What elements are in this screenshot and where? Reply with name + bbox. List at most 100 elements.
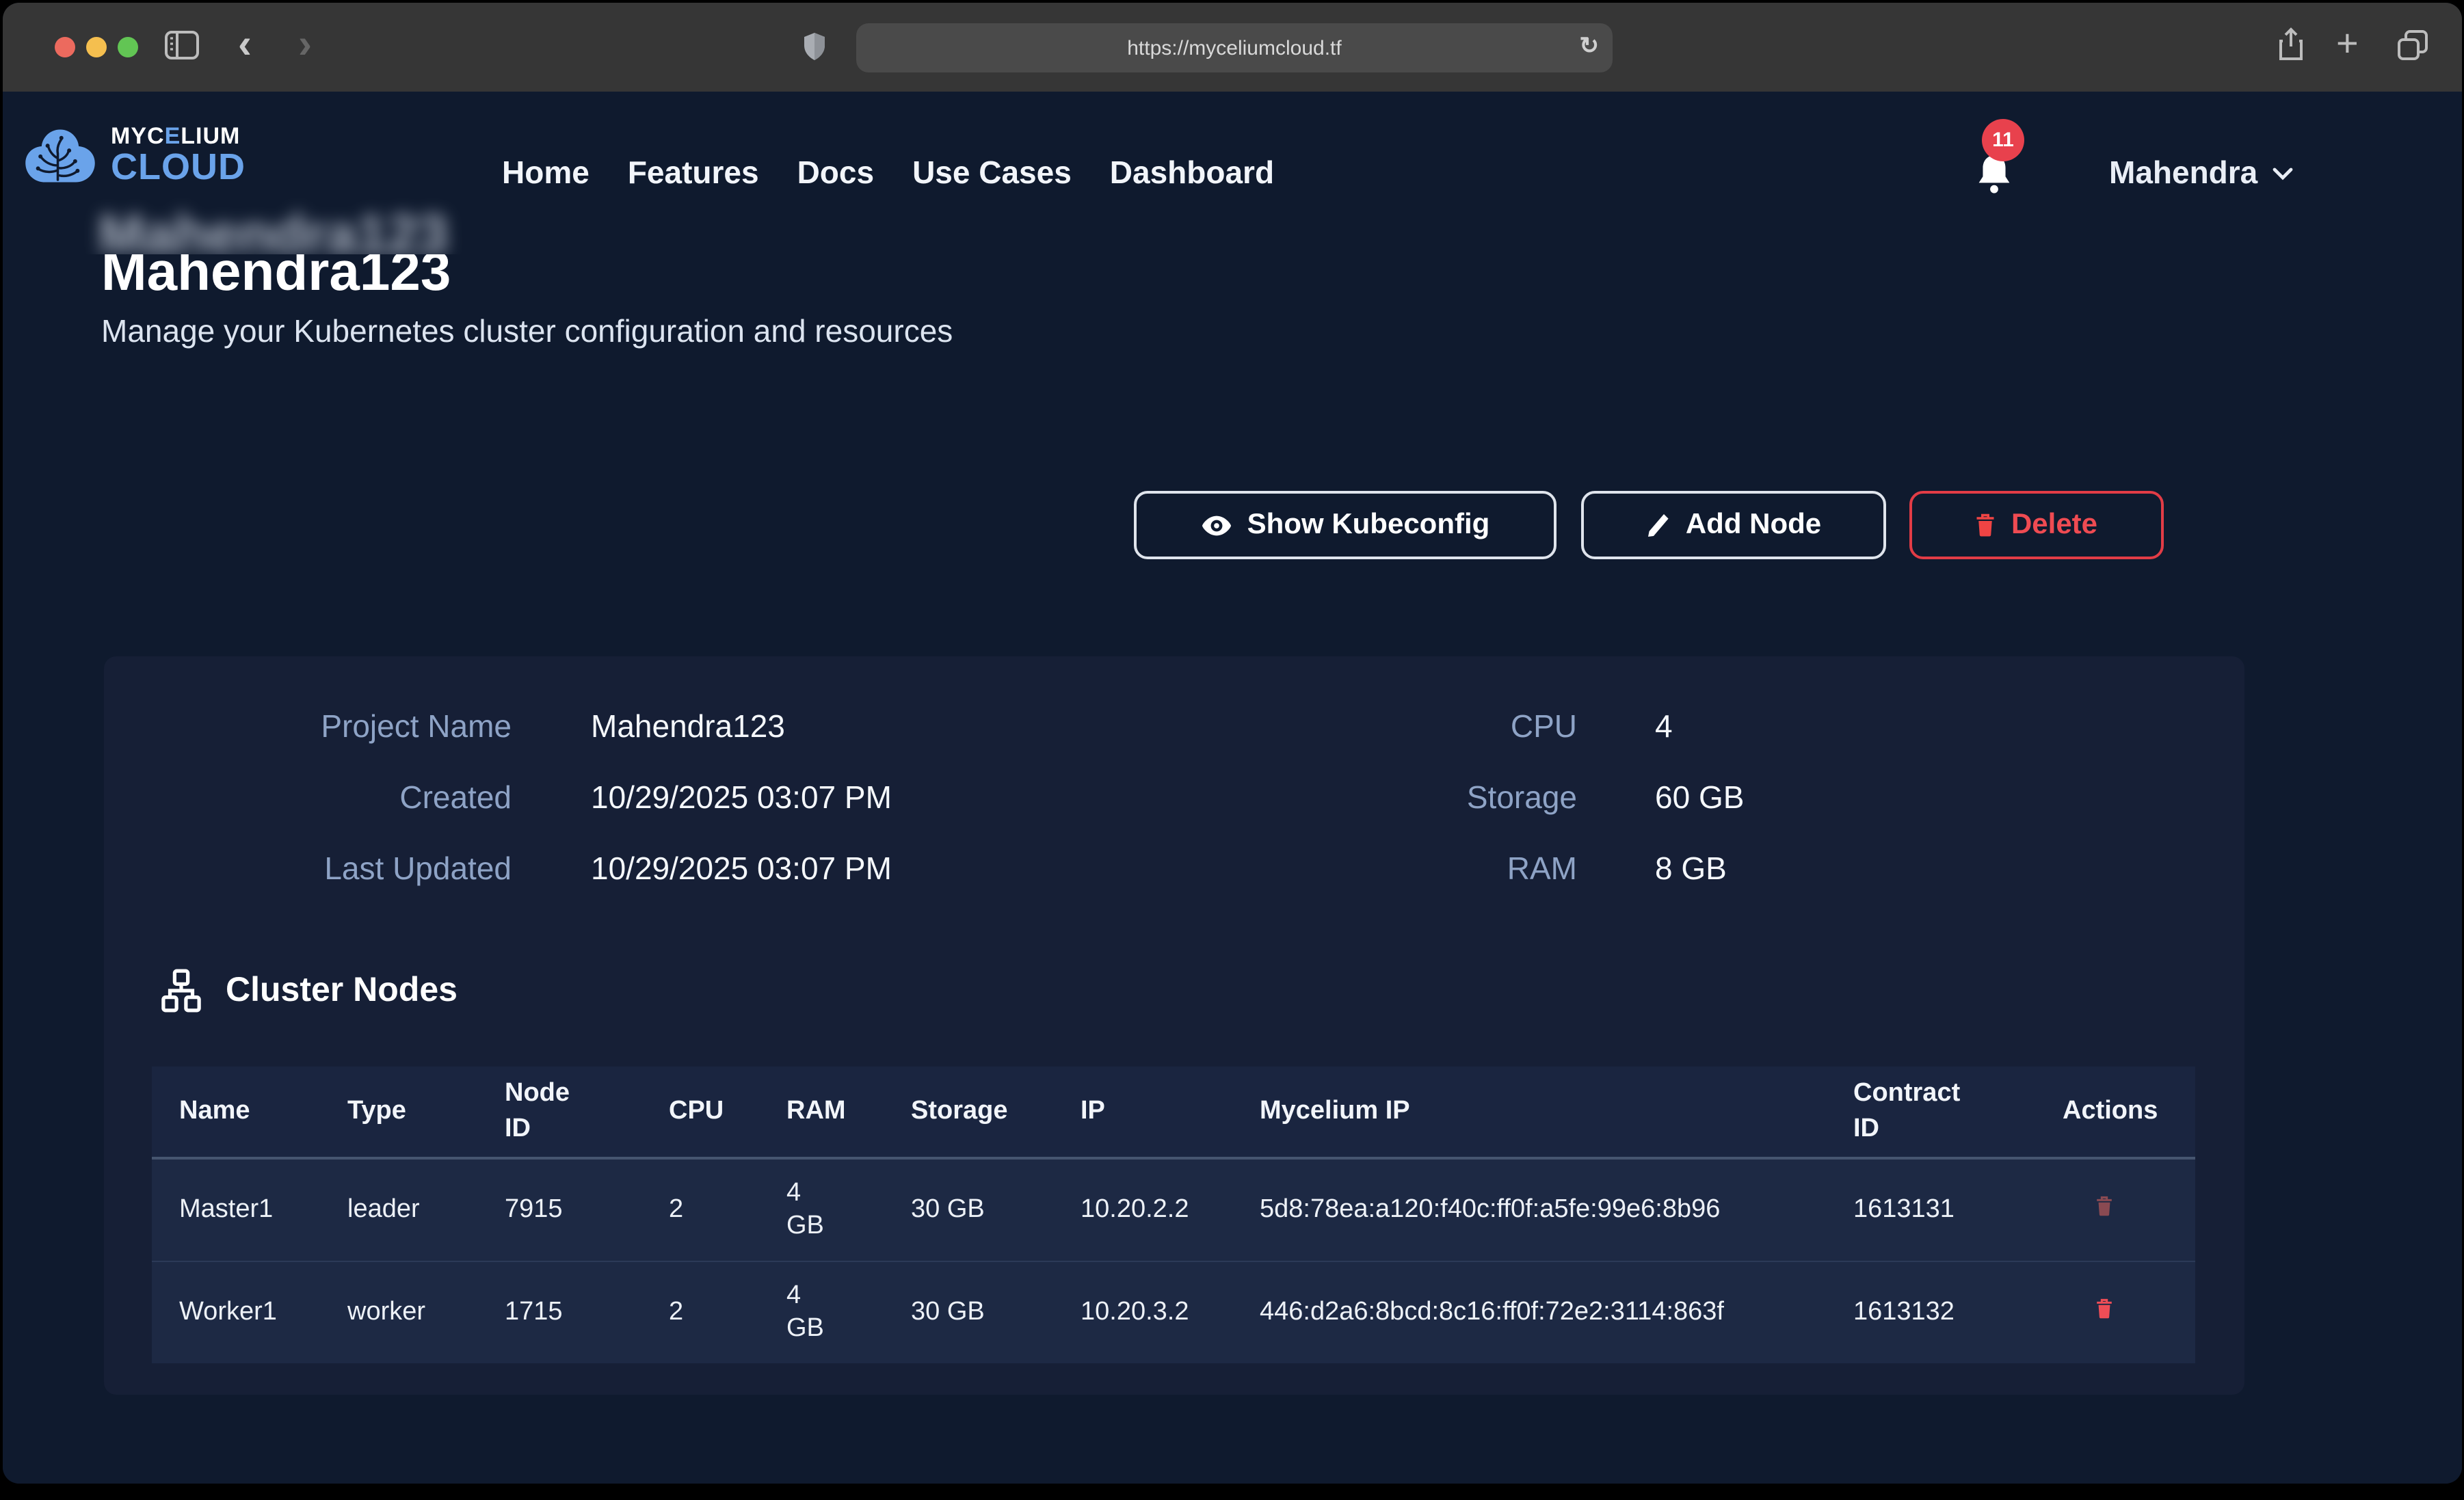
- cell-actions: [2063, 1261, 2195, 1363]
- new-tab-icon[interactable]: +: [2336, 22, 2359, 66]
- cell-storage: 30 GB: [911, 1158, 1081, 1261]
- cell-name: Master1: [152, 1158, 347, 1261]
- nav-link-home[interactable]: Home: [502, 155, 589, 191]
- refresh-icon[interactable]: ↻: [1580, 33, 1600, 60]
- col-cpu: CPU: [669, 1067, 786, 1158]
- cell-type: worker: [347, 1261, 505, 1363]
- browser-toolbar: ‹ › https://myceliumcloud.tf ↻ +: [3, 3, 2461, 93]
- col-mycelium-ip: Mycelium IP: [1260, 1067, 1853, 1158]
- col-type: Type: [347, 1067, 505, 1158]
- address-bar[interactable]: https://myceliumcloud.tf ↻: [856, 23, 1613, 72]
- chevron-down-icon: [2271, 166, 2293, 180]
- cell-ip: 10.20.2.2: [1081, 1158, 1260, 1261]
- notifications-button[interactable]: 11: [1972, 152, 2019, 204]
- cell-cpu: 2: [669, 1158, 786, 1261]
- col-storage: Storage: [911, 1067, 1081, 1158]
- nav-links: Home Features Docs Use Cases Dashboard: [502, 92, 1274, 254]
- cell-cpu: 2: [669, 1261, 786, 1363]
- cluster-nodes-table: Name Type Node ID CPU RAM Storage IP Myc…: [152, 1067, 2195, 1363]
- privacy-shield-icon[interactable]: [803, 31, 826, 62]
- eye-icon: [1201, 513, 1232, 537]
- table-row: Master1 leader 7915 2 4 GB 30 GB 10.20.2…: [152, 1158, 2195, 1261]
- delete-cluster-button[interactable]: Delete: [1909, 491, 2164, 559]
- delete-node-button[interactable]: [2095, 1298, 2113, 1320]
- forward-icon[interactable]: ›: [298, 22, 312, 68]
- cluster-nodes-icon: [159, 968, 204, 1013]
- trash-icon: [1976, 513, 1996, 537]
- detail-value: 10/29/2025 03:07 PM: [591, 777, 892, 818]
- blurred-title-ghost: Mahendra123: [98, 205, 448, 254]
- cell-mycelium-ip: 446:d2a6:8bcd:8c16:ff0f:72e2:3114:863f: [1260, 1261, 1853, 1363]
- col-ip: IP: [1081, 1067, 1260, 1158]
- col-ram: RAM: [786, 1067, 911, 1158]
- minimize-window-button[interactable]: [86, 37, 107, 57]
- page-subtitle: Manage your Kubernetes cluster configura…: [101, 313, 953, 350]
- nav-link-dashboard[interactable]: Dashboard: [1110, 155, 1274, 191]
- table-header-row: Name Type Node ID CPU RAM Storage IP Myc…: [152, 1067, 2195, 1158]
- back-icon[interactable]: ‹: [238, 22, 252, 68]
- cell-mycelium-ip: 5d8:78ea:a120:f40c:ff0f:a5fe:99e6:8b96: [1260, 1158, 1853, 1261]
- cell-node-id: 7915: [505, 1158, 669, 1261]
- table-row: Worker1 worker 1715 2 4 GB 30 GB 10.20.3…: [152, 1261, 2195, 1363]
- show-kubeconfig-label: Show Kubeconfig: [1247, 509, 1490, 541]
- col-name: Name: [152, 1067, 347, 1158]
- notification-badge: 11: [1982, 119, 2024, 161]
- screen: ‹ › https://myceliumcloud.tf ↻ + Mahendr…: [0, 0, 2464, 1500]
- tab-overview-icon[interactable]: [2396, 29, 2429, 62]
- cell-actions: [2063, 1158, 2195, 1261]
- cell-contract-id: 1613131: [1853, 1158, 2063, 1261]
- nav-link-docs[interactable]: Docs: [797, 155, 875, 191]
- page-content: Mahendra123 Manage your Kubernetes clust…: [3, 92, 2461, 1484]
- cell-contract-id: 1613132: [1853, 1261, 2063, 1363]
- cell-storage: 30 GB: [911, 1261, 1081, 1363]
- show-kubeconfig-button[interactable]: Show Kubeconfig: [1134, 491, 1556, 559]
- cluster-nodes-title: Cluster Nodes: [226, 971, 458, 1010]
- detail-label: CPU: [1358, 706, 1577, 747]
- mycelium-cloud-logo-icon: [22, 125, 98, 185]
- site-navbar: Mahendra123 MYCELIUM CLOUD: [3, 92, 2461, 254]
- user-menu[interactable]: Mahendra: [2109, 92, 2293, 254]
- zoom-window-button[interactable]: [118, 37, 138, 57]
- logo-text: MYCELIUM CLOUD: [111, 124, 246, 186]
- cell-node-id: 1715: [505, 1261, 669, 1363]
- details-right: CPU 4 Storage 60 GB RAM 8 GB: [1358, 706, 1744, 889]
- cell-type: leader: [347, 1158, 505, 1261]
- pencil-icon: [1646, 512, 1671, 538]
- detail-value: 10/29/2025 03:07 PM: [591, 848, 892, 889]
- close-window-button[interactable]: [55, 37, 75, 57]
- detail-value: Mahendra123: [591, 706, 892, 747]
- col-actions: Actions: [2063, 1067, 2195, 1158]
- logo[interactable]: MYCELIUM CLOUD: [22, 124, 246, 186]
- cluster-details-card: Project Name Mahendra123 Created 10/29/2…: [104, 656, 2244, 1395]
- col-node-id: Node ID: [505, 1067, 669, 1158]
- url-text: https://myceliumcloud.tf: [1127, 36, 1341, 59]
- detail-value: 4: [1655, 706, 1744, 747]
- detail-label: Project Name: [170, 706, 512, 747]
- delete-node-button[interactable]: [2095, 1195, 2113, 1217]
- share-icon[interactable]: [2277, 27, 2305, 63]
- add-node-button[interactable]: Add Node: [1581, 491, 1886, 559]
- detail-label: Last Updated: [170, 848, 512, 889]
- nav-link-use-cases[interactable]: Use Cases: [912, 155, 1072, 191]
- detail-label: Storage: [1358, 777, 1577, 818]
- cell-ram: 4 GB: [786, 1158, 911, 1261]
- traffic-lights: [55, 37, 138, 57]
- cell-name: Worker1: [152, 1261, 347, 1363]
- cell-ip: 10.20.3.2: [1081, 1261, 1260, 1363]
- browser-window: ‹ › https://myceliumcloud.tf ↻ + Mahendr…: [3, 3, 2461, 1484]
- detail-label: RAM: [1358, 848, 1577, 889]
- trash-icon: [2095, 1195, 2113, 1217]
- detail-value: 60 GB: [1655, 777, 1744, 818]
- detail-value: 8 GB: [1655, 848, 1744, 889]
- cluster-nodes-header: Cluster Nodes: [159, 968, 458, 1013]
- user-name: Mahendra: [2109, 155, 2257, 191]
- add-node-label: Add Node: [1686, 509, 1821, 541]
- delete-label: Delete: [2011, 509, 2097, 541]
- nav-link-features[interactable]: Features: [628, 155, 759, 191]
- cell-ram: 4 GB: [786, 1261, 911, 1363]
- col-contract-id: Contract ID: [1853, 1067, 2063, 1158]
- trash-icon: [2095, 1298, 2113, 1320]
- sidebar-toggle-icon[interactable]: [164, 30, 200, 60]
- detail-label: Created: [170, 777, 512, 818]
- details-left: Project Name Mahendra123 Created 10/29/2…: [170, 706, 892, 889]
